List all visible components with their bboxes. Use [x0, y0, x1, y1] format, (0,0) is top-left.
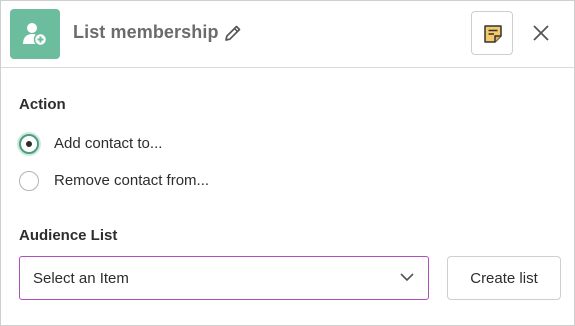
- note-icon: [484, 25, 502, 43]
- notes-button[interactable]: [471, 11, 513, 55]
- radio-label: Remove contact from...: [54, 172, 210, 189]
- select-value: Select an Item: [33, 270, 129, 287]
- add-user-icon: [10, 9, 60, 59]
- audience-list-label: Audience List: [19, 227, 118, 244]
- audience-list-select[interactable]: Select an Item: [19, 256, 429, 300]
- action-label: Action: [19, 96, 66, 113]
- create-list-button[interactable]: Create list: [447, 256, 561, 300]
- panel-header: List membership: [1, 1, 574, 68]
- radio-button-checked[interactable]: [19, 134, 39, 154]
- chevron-down-icon: [400, 273, 414, 282]
- list-membership-panel: List membership Action Add contact to...: [0, 0, 575, 326]
- close-icon[interactable]: [531, 23, 551, 48]
- panel-title: List membership: [73, 22, 219, 42]
- pencil-icon[interactable]: [223, 23, 243, 48]
- radio-label: Add contact to...: [54, 135, 163, 152]
- radio-button-unchecked[interactable]: [19, 171, 39, 191]
